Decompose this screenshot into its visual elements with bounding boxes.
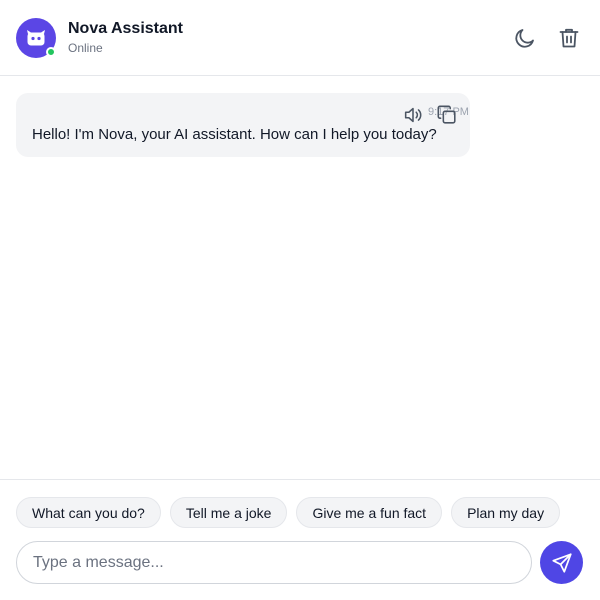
send-button[interactable] [540, 541, 583, 584]
message-input-wrapper [16, 541, 532, 584]
clear-chat-button[interactable] [554, 23, 584, 53]
suggestion-chip[interactable]: Plan my day [451, 497, 561, 528]
header-title-block: Nova Assistant Online [68, 19, 183, 56]
dark-mode-toggle[interactable] [510, 23, 540, 53]
suggestion-chip[interactable]: Give me a fun fact [296, 497, 443, 528]
speak-message-button[interactable] [402, 104, 424, 126]
online-status-dot [46, 46, 56, 57]
moon-icon [513, 26, 537, 50]
composer-area: What can you do? Tell me a joke Give me … [0, 479, 600, 600]
chat-header: Nova Assistant Online [0, 0, 600, 76]
copy-message-button[interactable] [436, 104, 458, 126]
message-list[interactable]: 9:17 PM Hello! I'm Nova, your AI assista… [0, 77, 600, 479]
send-icon [551, 552, 573, 574]
suggestion-chip[interactable]: What can you do? [16, 497, 161, 528]
page-title: Nova Assistant [68, 20, 183, 37]
message-text: Hello! I'm Nova, your AI assistant. How … [32, 126, 437, 143]
robot-icon [24, 26, 48, 50]
suggestion-chip[interactable]: Tell me a joke [169, 497, 288, 528]
copy-icon [436, 104, 458, 126]
avatar [16, 17, 56, 58]
status-text: Online [68, 41, 103, 55]
assistant-message: 9:17 PM Hello! I'm Nova, your AI assista… [16, 93, 470, 157]
message-tools [402, 104, 458, 126]
suggestion-chips: What can you do? Tell me a joke Give me … [16, 497, 561, 528]
header-actions [510, 23, 584, 53]
trash-icon [557, 26, 581, 50]
speaker-icon [402, 104, 424, 126]
message-input[interactable] [33, 553, 515, 572]
chat-app: Nova Assistant Online 9:17 PM Hello! I'm… [0, 0, 600, 600]
